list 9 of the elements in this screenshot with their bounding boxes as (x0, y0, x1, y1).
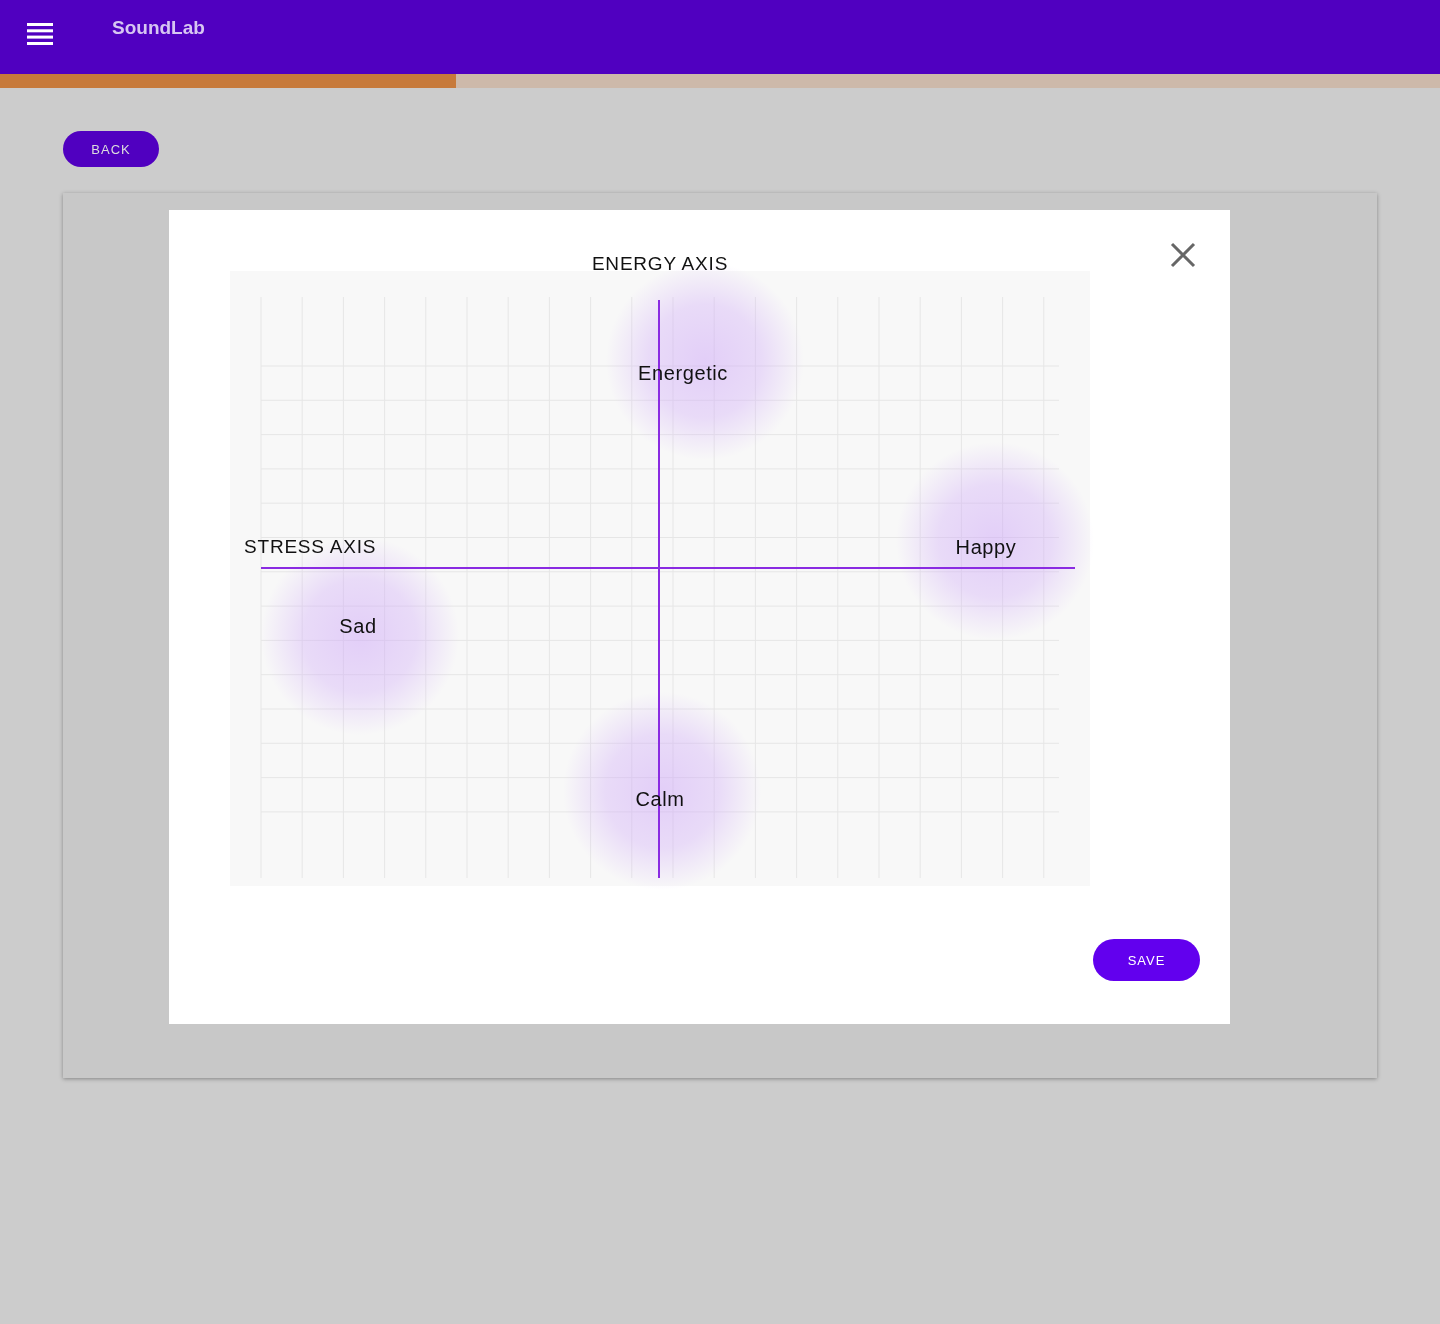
app-title: SoundLab (112, 17, 205, 39)
close-icon[interactable] (1170, 242, 1196, 268)
mood-label[interactable]: Sad (339, 614, 377, 638)
back-button[interactable]: BACK (63, 131, 159, 167)
axis-label: STRESS AXIS (244, 536, 377, 558)
menu-icon[interactable] (27, 23, 53, 45)
axis-label: ENERGY AXIS (591, 253, 729, 275)
save-button[interactable]: SAVE (1093, 939, 1200, 981)
mood-label[interactable]: Happy (955, 535, 1017, 559)
